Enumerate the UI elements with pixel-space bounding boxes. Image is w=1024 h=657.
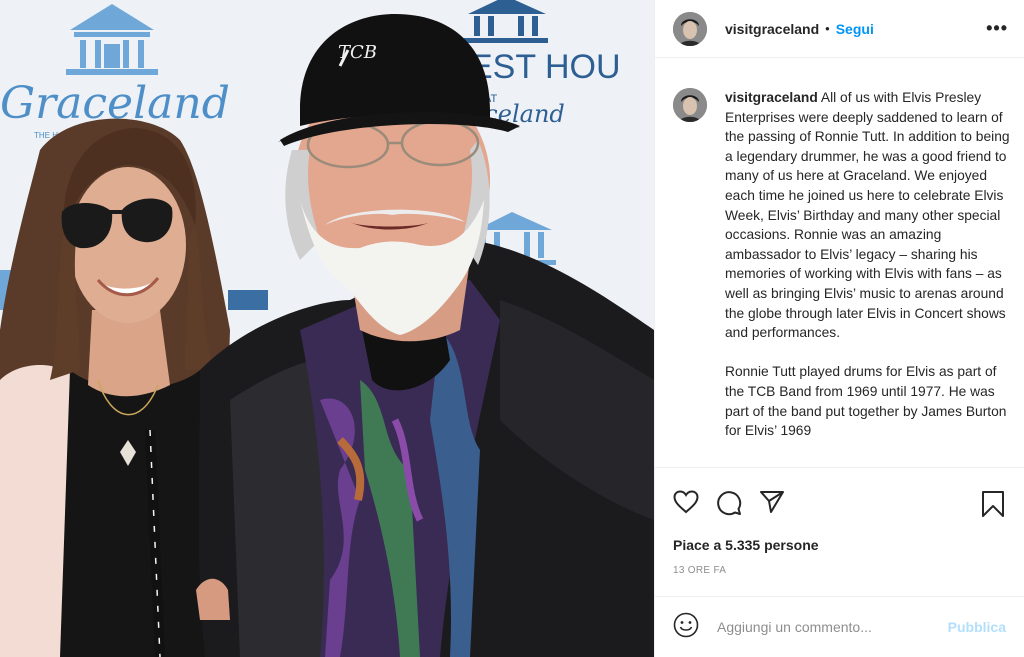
more-dots-icon[interactable]: ••• xyxy=(986,18,1008,39)
bookmark-icon[interactable] xyxy=(981,490,1005,523)
caption: visitgraceland All of us with Elvis Pres… xyxy=(655,58,1024,441)
header-separator: • xyxy=(825,21,830,36)
caption-paragraph-1: visitgraceland All of us with Elvis Pres… xyxy=(725,90,1010,341)
action-bar xyxy=(655,467,1024,527)
caption-paragraph-2: Ronnie Tutt played drums for Elvis as pa… xyxy=(725,364,1007,439)
avatar[interactable] xyxy=(673,11,707,46)
post-header: visitgraceland • Segui ••• xyxy=(655,0,1024,58)
cap-logo: TCB xyxy=(338,42,377,63)
post-side-panel: visitgraceland • Segui ••• visitgracelan… xyxy=(654,0,1024,657)
post-photo[interactable]: Graceland THE H ESLEY EST HOU AT aceland xyxy=(0,0,654,657)
heart-icon[interactable] xyxy=(673,490,699,519)
share-icon[interactable] xyxy=(759,490,785,519)
caption-scroll-area[interactable]: visitgraceland All of us with Elvis Pres… xyxy=(655,58,1024,468)
avatar[interactable] xyxy=(673,88,707,122)
header-username[interactable]: visitgraceland xyxy=(725,21,819,37)
photo-illustration: Graceland THE H ESLEY EST HOU AT aceland xyxy=(0,0,654,657)
smiley-icon[interactable] xyxy=(673,612,699,643)
comment-bar: Pubblica xyxy=(655,596,1024,657)
likes-count[interactable]: Piace a 5.335 persone xyxy=(673,537,819,553)
follow-button[interactable]: Segui xyxy=(836,21,874,37)
instagram-post: Graceland THE H ESLEY EST HOU AT aceland xyxy=(0,0,1024,657)
publish-button[interactable]: Pubblica xyxy=(948,619,1006,635)
guest-house-wordmark: EST HOU xyxy=(470,48,621,86)
post-timestamp[interactable]: 13 ORE FA xyxy=(673,565,726,576)
avatar-image xyxy=(673,88,707,122)
caption-text: visitgraceland All of us with Elvis Pres… xyxy=(725,88,1010,441)
comment-input[interactable] xyxy=(715,618,929,636)
avatar-image xyxy=(673,11,707,46)
comment-icon[interactable] xyxy=(716,490,742,521)
caption-username[interactable]: visitgraceland xyxy=(725,90,818,105)
